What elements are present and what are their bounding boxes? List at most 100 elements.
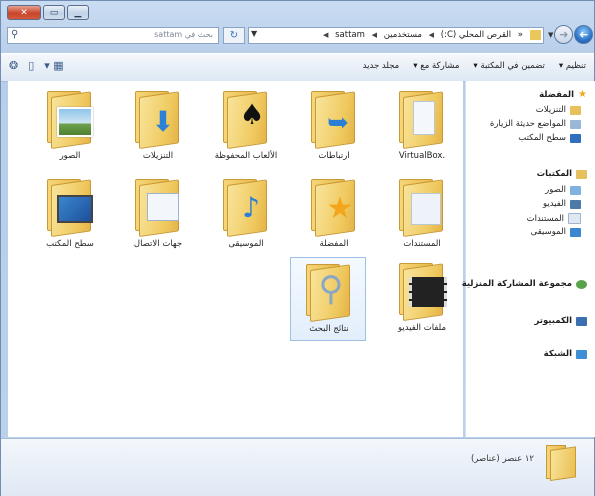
- nav-library-item[interactable]: المستندات: [527, 213, 581, 224]
- search-icon: ⚲: [11, 29, 19, 40]
- refresh-button[interactable]: ↻: [223, 27, 245, 44]
- item-label: VirtualBox.: [398, 151, 446, 161]
- forward-button[interactable]: ➜: [554, 25, 574, 44]
- nav-library-item[interactable]: الفيديو: [543, 199, 581, 209]
- folder-icon: [47, 179, 95, 237]
- chevron-left-icon[interactable]: ◀: [323, 31, 328, 39]
- folder-item[interactable]: ملفات الفيديو: [384, 257, 460, 341]
- address-row: ⚲ بحث في sattam ↻ ▼ « القرص المحلي (C:) …: [1, 23, 594, 49]
- address-history-dropdown-icon[interactable]: ▼: [251, 29, 257, 38]
- preview-pane-icon[interactable]: ▯: [28, 59, 34, 72]
- star-icon: ★: [578, 89, 587, 100]
- homegroup-icon: [576, 279, 587, 289]
- item-label: نتائج البحث: [309, 324, 349, 334]
- folder-icon: ♪: [223, 179, 271, 237]
- command-bar: تنظيم ▾ تضمين في المكتبة ▾ مشاركة مع ▾ م…: [1, 53, 594, 82]
- item-label: الألعاب المحفوظة: [214, 151, 278, 161]
- folder-item[interactable]: ➥ ارتباطات: [296, 85, 372, 169]
- breadcrumb-item[interactable]: sattam: [335, 30, 365, 40]
- explorer-window: ✕ ▭ ▁ ⚲ بحث في sattam ↻ ▼ « القرص المحلي…: [0, 0, 595, 496]
- item-label: سطح المكتب: [46, 239, 94, 249]
- document-icon: [411, 193, 441, 225]
- chevron-left-icon[interactable]: ◀: [372, 31, 377, 39]
- folder-icon: ♠: [223, 91, 271, 149]
- item-label: المستندات: [403, 239, 441, 249]
- nav-homegroup[interactable]: مجموعة المشاركة المنزلية: [462, 279, 587, 289]
- chevron-left-icon[interactable]: ◀: [429, 31, 434, 39]
- back-button[interactable]: ➜: [574, 25, 594, 44]
- folder-icon: [530, 30, 541, 40]
- details-pane: ١٢ عنصر (عناصر): [1, 438, 594, 496]
- link-arrow-icon: ➥: [327, 108, 349, 138]
- nav-libraries[interactable]: المكتبات: [537, 169, 587, 179]
- video-icon: [570, 199, 581, 209]
- navigation-buttons: ▼ ➜ ➜: [548, 25, 594, 44]
- help-icon[interactable]: ❂: [9, 59, 18, 72]
- music-icon: [570, 227, 581, 237]
- folder-item[interactable]: سطح المكتب: [32, 173, 108, 257]
- item-label: الصور: [59, 151, 81, 161]
- network-icon: [576, 349, 587, 359]
- pictures-icon: [570, 185, 581, 195]
- minimize-button[interactable]: ▁: [67, 5, 89, 20]
- contact-card-icon: [147, 193, 179, 221]
- refresh-icon: ↻: [229, 30, 239, 41]
- breadcrumb-overflow[interactable]: «: [518, 30, 523, 40]
- folder-icon: [47, 91, 95, 149]
- search-placeholder: بحث في sattam: [154, 30, 213, 39]
- maximize-icon: ▭: [49, 7, 59, 18]
- breadcrumb: « القرص المحلي (C:) ◀ مستخدمين ◀ sattam …: [321, 30, 525, 40]
- nav-network[interactable]: الشبكة: [544, 349, 587, 359]
- documents-icon: [568, 213, 581, 224]
- folder-item[interactable]: الصور: [32, 85, 108, 169]
- desktop-icon: [570, 133, 581, 143]
- libraries-icon: [576, 169, 587, 179]
- folder-item[interactable]: جهات الاتصال: [120, 173, 196, 257]
- item-label: الموسيقى: [228, 239, 264, 249]
- folder-icon: [399, 91, 447, 149]
- star-icon: ★: [326, 190, 354, 226]
- item-label: التنزيلات: [142, 151, 174, 161]
- item-count: ١٢ عنصر (عناصر): [470, 454, 534, 464]
- change-view-icon[interactable]: ▾ ▦: [44, 59, 63, 72]
- nav-computer[interactable]: الكمبيوتر: [535, 316, 587, 326]
- folder-icon: ➥: [311, 91, 359, 149]
- landscape-photo-icon: [57, 107, 93, 137]
- close-button[interactable]: ✕: [7, 5, 41, 20]
- download-arrow-icon: ⬇: [151, 104, 175, 138]
- new-folder-button[interactable]: مجلد جديد: [363, 61, 400, 71]
- item-label: المفضلة: [319, 239, 349, 249]
- folder-item[interactable]: ♠ الألعاب المحفوظة: [208, 85, 284, 169]
- breadcrumb-item[interactable]: مستخدمين: [384, 30, 422, 40]
- folder-icon: [399, 263, 447, 321]
- folder-item[interactable]: ★ المفضلة: [296, 173, 372, 257]
- folder-item[interactable]: ⬇ التنزيلات: [120, 85, 196, 169]
- nav-favorites-item[interactable]: المواضع حديثة الزيارة: [490, 119, 581, 129]
- folder-item-selected[interactable]: ⚲ نتائج البحث: [290, 257, 366, 341]
- item-label: جهات الاتصال: [133, 239, 183, 249]
- nav-favorites-item[interactable]: التنزيلات: [536, 105, 581, 115]
- folder-item[interactable]: المستندات: [384, 173, 460, 257]
- arrow-left-icon: ➜: [579, 28, 589, 41]
- share-with-menu[interactable]: مشاركة مع ▾: [413, 61, 459, 71]
- computer-icon: [576, 316, 587, 326]
- organize-menu[interactable]: تنظيم ▾: [559, 61, 586, 71]
- folder-icon: [546, 445, 576, 481]
- navigation-pane: ★ المفضلة التنزيلات المواضع حديثة الزيارة…: [462, 81, 595, 437]
- include-in-library-menu[interactable]: تضمين في المكتبة ▾: [473, 61, 544, 71]
- breadcrumb-item[interactable]: القرص المحلي (C:): [441, 30, 511, 40]
- recent-pages-dropdown-icon[interactable]: ▼: [548, 31, 553, 39]
- folder-item[interactable]: VirtualBox.: [384, 85, 460, 169]
- nav-library-item[interactable]: الموسيقى: [531, 227, 581, 237]
- folder-icon: ⚲: [306, 264, 354, 322]
- nav-library-item[interactable]: الصور: [545, 185, 581, 195]
- nav-favorites-item[interactable]: سطح المكتب: [518, 133, 581, 143]
- recent-places-icon: [570, 119, 581, 129]
- maximize-button[interactable]: ▭: [43, 5, 65, 20]
- folder-icon: ⬇: [135, 91, 183, 149]
- address-bar[interactable]: ▼ « القرص المحلي (C:) ◀ مستخدمين ◀ satta…: [248, 27, 544, 44]
- window-caption-buttons: ✕ ▭ ▁: [7, 5, 89, 20]
- folder-item[interactable]: ♪ الموسيقى: [208, 173, 284, 257]
- search-box[interactable]: ⚲ بحث في sattam: [7, 27, 219, 44]
- nav-favorites[interactable]: ★ المفضلة: [539, 89, 587, 100]
